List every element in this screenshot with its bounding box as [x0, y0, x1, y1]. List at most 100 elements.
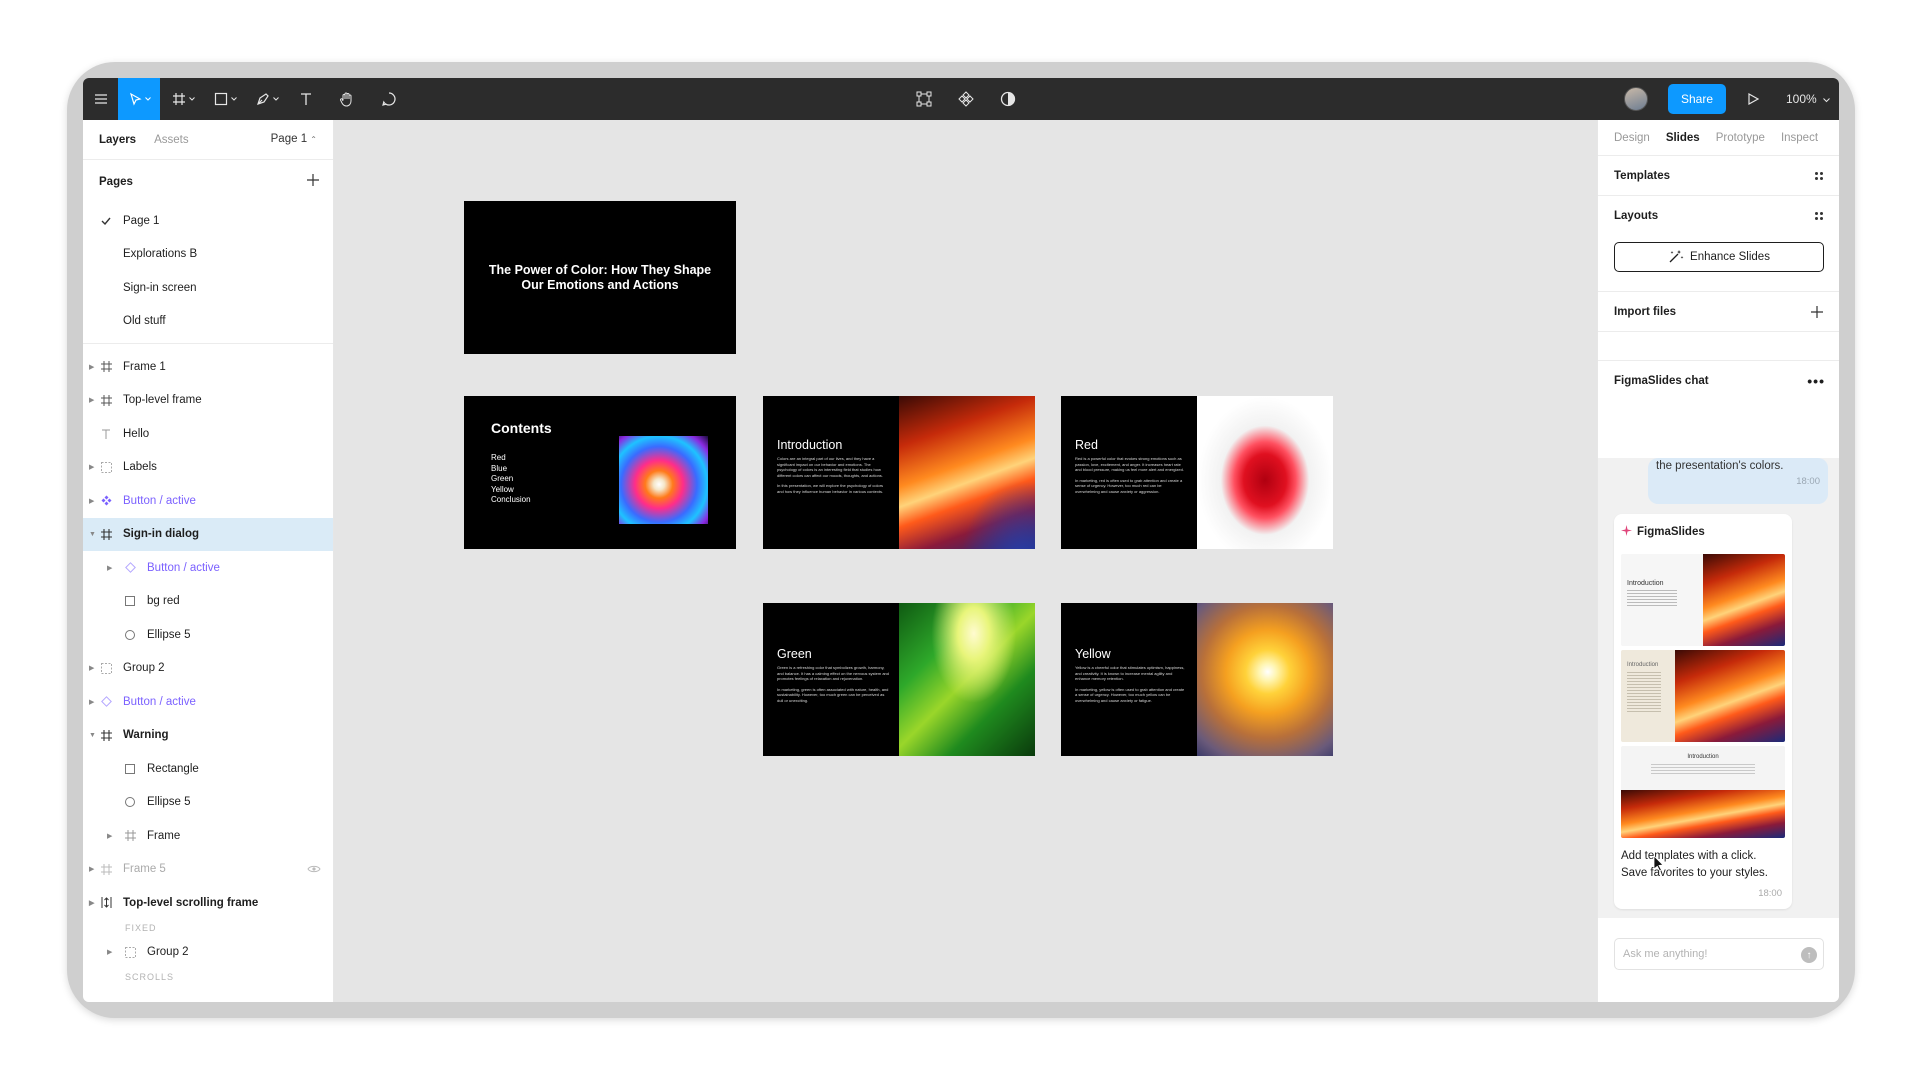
- main-menu-icon[interactable]: [83, 78, 118, 120]
- chat-input[interactable]: Ask me anything! ↑: [1614, 938, 1824, 970]
- slide-red[interactable]: Red Red is a powerful color that evokes …: [1061, 396, 1333, 549]
- template-thumbnail[interactable]: Introduction: [1621, 554, 1785, 646]
- slide-paragraph: Green is a refreshing color that symboli…: [777, 665, 889, 682]
- slide-introduction[interactable]: Introduction Colors are an integral part…: [763, 396, 1035, 549]
- chevron-right-icon[interactable]: ▶: [89, 698, 94, 706]
- slide-paragraph: In marketing, green is often associated …: [777, 686, 889, 703]
- template-thumbnail[interactable]: Introduction: [1621, 650, 1785, 742]
- tab-slides[interactable]: Slides: [1666, 132, 1700, 144]
- transform-icon[interactable]: [909, 78, 939, 120]
- layer-row-hidden[interactable]: ▶ Frame 5: [83, 853, 333, 887]
- import-files-label: Import files: [1614, 305, 1676, 318]
- slide-body: Yellow is a cheerful color that stimulat…: [1075, 665, 1187, 704]
- bot-message-text: Add templates with a click. Save favorit…: [1621, 848, 1768, 882]
- slide-yellow[interactable]: Yellow Yellow is a cheerful color that s…: [1061, 603, 1333, 756]
- frame-icon: [99, 862, 113, 876]
- chevron-right-icon[interactable]: ▶: [89, 664, 94, 672]
- share-button[interactable]: Share: [1668, 84, 1726, 114]
- pages-title: Pages: [99, 176, 133, 188]
- layer-row[interactable]: Ellipse 5: [83, 618, 333, 652]
- eye-icon[interactable]: [307, 864, 321, 877]
- tab-inspect[interactable]: Inspect: [1781, 132, 1818, 144]
- layer-row[interactable]: ▶ Top-level frame: [83, 384, 333, 418]
- chevron-right-icon[interactable]: ▶: [107, 948, 112, 956]
- slide-title[interactable]: The Power of Color: How They Shape Our E…: [464, 201, 736, 354]
- thumbnail-text-lines: [1651, 764, 1755, 774]
- page-item[interactable]: Explorations B: [83, 238, 333, 272]
- chevron-right-icon[interactable]: ▶: [89, 865, 94, 873]
- layer-row[interactable]: ▶ Button / active: [83, 551, 333, 585]
- send-icon[interactable]: ↑: [1801, 947, 1817, 963]
- layer-row[interactable]: Hello: [83, 417, 333, 451]
- layer-row[interactable]: ▶ Frame: [83, 819, 333, 853]
- contrast-icon[interactable]: [993, 78, 1023, 120]
- slide-paragraph: Red is a powerful color that evokes stro…: [1075, 456, 1184, 473]
- layer-row[interactable]: ▶ Button / active: [83, 685, 333, 719]
- layer-label: Button / active: [147, 561, 220, 574]
- pen-tool-icon[interactable]: [249, 78, 285, 120]
- layer-label: Rectangle: [147, 762, 199, 775]
- layer-row[interactable]: ▶ Top-level scrolling frame: [83, 886, 333, 920]
- add-page-icon[interactable]: [307, 174, 319, 189]
- slide-heading: Green: [777, 647, 812, 661]
- layer-row-selected[interactable]: ▼ Sign-in dialog: [83, 517, 333, 551]
- layer-row[interactable]: ▶ Group 2: [83, 652, 333, 686]
- layer-row[interactable]: Rectangle: [83, 752, 333, 786]
- enhance-slides-button[interactable]: Enhance Slides: [1614, 242, 1824, 272]
- page-dropdown[interactable]: Page 1 ⌃: [271, 133, 317, 145]
- chevron-right-icon[interactable]: ▶: [89, 363, 94, 371]
- chevron-right-icon[interactable]: ▶: [89, 899, 94, 907]
- component-icon[interactable]: [951, 78, 981, 120]
- tab-assets[interactable]: Assets: [154, 134, 189, 146]
- fire-swirl-image: [899, 396, 1035, 549]
- add-icon[interactable]: [1811, 306, 1823, 321]
- rectangle-tool-icon[interactable]: [207, 78, 243, 120]
- hand-tool-icon[interactable]: [331, 78, 363, 120]
- grid-icon[interactable]: [1815, 172, 1823, 180]
- layer-row[interactable]: ▶ Frame 1: [83, 350, 333, 384]
- tab-design[interactable]: Design: [1614, 132, 1650, 144]
- move-tool-icon[interactable]: [118, 78, 160, 120]
- chevron-right-icon[interactable]: ▶: [89, 497, 94, 505]
- template-thumbnail[interactable]: Introduction: [1621, 746, 1785, 838]
- layer-row[interactable]: bg red: [83, 585, 333, 619]
- chevron-down-icon[interactable]: ▼: [89, 732, 96, 739]
- frame-tool-icon[interactable]: [165, 78, 201, 120]
- slide-contents[interactable]: Contents Red Blue Green Yellow Conclusio…: [464, 396, 736, 549]
- rectangle-icon: [123, 762, 137, 776]
- chevron-right-icon[interactable]: ▶: [107, 564, 112, 572]
- layer-row[interactable]: Ellipse 5: [83, 786, 333, 820]
- layer-row[interactable]: ▶ Button / active: [83, 484, 333, 518]
- chevron-right-icon[interactable]: ▶: [89, 463, 94, 471]
- more-options-icon[interactable]: •••: [1807, 374, 1825, 388]
- canvas[interactable]: The Power of Color: How They Shape Our E…: [334, 120, 1597, 1002]
- tab-layers[interactable]: Layers: [99, 134, 136, 146]
- chevron-down-icon: [188, 97, 195, 101]
- page-item[interactable]: Old stuff: [83, 305, 333, 339]
- page-item[interactable]: Sign-in screen: [83, 271, 333, 305]
- frame-icon: [99, 360, 113, 374]
- tab-prototype[interactable]: Prototype: [1716, 132, 1765, 144]
- templates-section[interactable]: Templates: [1598, 156, 1839, 196]
- zoom-dropdown[interactable]: 100%: [1786, 78, 1830, 120]
- layer-label: Button / active: [123, 494, 196, 507]
- layer-row[interactable]: ▶ Group 2: [83, 936, 333, 970]
- page-item[interactable]: Page 1: [83, 204, 333, 238]
- chevron-right-icon[interactable]: ▶: [89, 396, 94, 404]
- scrolling-frame-icon: [99, 896, 113, 910]
- slide-green[interactable]: Green Green is a refreshing color that s…: [763, 603, 1035, 756]
- import-files-section[interactable]: Import files: [1598, 292, 1839, 332]
- thumbnail-title: Introduction: [1627, 580, 1664, 587]
- comment-tool-icon[interactable]: [373, 78, 405, 120]
- user-avatar[interactable]: [1624, 87, 1648, 111]
- slide-heading: Red: [1075, 438, 1098, 452]
- text-tool-icon[interactable]: [291, 78, 321, 120]
- chevron-right-icon[interactable]: ▶: [107, 832, 112, 840]
- checkmark-icon: [99, 214, 113, 228]
- chevron-down-icon[interactable]: ▼: [89, 531, 96, 538]
- grid-icon[interactable]: [1815, 212, 1823, 220]
- properties-panel: Design Slides Prototype Inspect Template…: [1597, 120, 1839, 1002]
- layer-row[interactable]: ▶ Labels: [83, 451, 333, 485]
- layer-row[interactable]: ▼ Warning: [83, 719, 333, 753]
- play-icon[interactable]: [1738, 78, 1768, 120]
